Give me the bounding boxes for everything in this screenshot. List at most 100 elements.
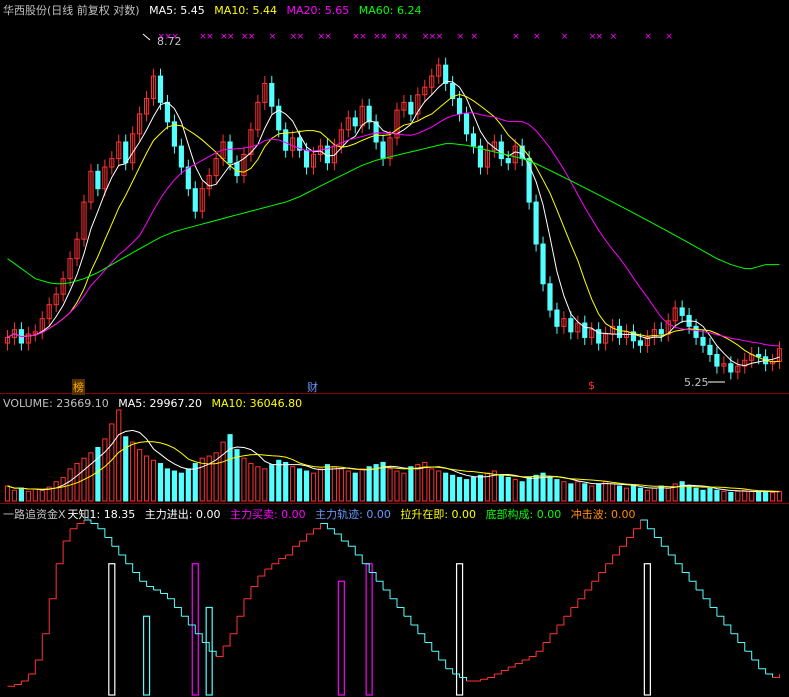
indicator-step-segment: [480, 677, 488, 680]
candle-body: [380, 141, 386, 160]
candle-body: [540, 243, 546, 285]
volume-bar: [11, 489, 18, 502]
indicator-step-segment: [716, 615, 725, 625]
indicator-step-segment: [737, 642, 746, 652]
indicator-step-segment: [28, 660, 36, 675]
candle-body: [185, 166, 191, 190]
volume-bar: [143, 455, 150, 502]
indicator-step-segment: [257, 569, 266, 577]
volume-bar: [443, 472, 449, 502]
chart-canvas[interactable]: × × × × × × × × × × × × × × × × × × × × × × × × × × × × × × × × ×: [0, 0, 789, 697]
volume-bar: [137, 449, 143, 502]
volume-bar: [603, 481, 609, 502]
candle-body: [408, 101, 414, 115]
volume-bar: [756, 491, 762, 502]
indicator-step-segment: [431, 650, 440, 660]
volume-bar: [714, 489, 720, 502]
volume-bar: [220, 441, 226, 502]
tianzhi-readout: 天知1: 18.35: [67, 508, 136, 521]
indicator-step-segment: [696, 589, 704, 599]
volume-bar: [763, 490, 769, 502]
indicator-step-segment: [278, 555, 287, 559]
candle-body: [505, 158, 511, 164]
volume-bar: [297, 468, 303, 502]
dollar-marker[interactable]: $: [588, 379, 595, 392]
volume-bar: [456, 476, 463, 502]
indicator-step-segment: [42, 598, 50, 635]
signal-marker: ×: [297, 32, 305, 42]
volume-bar: [693, 487, 699, 502]
indicator-step-segment: [605, 555, 614, 565]
cjb-readout: 冲击波: 0.00: [570, 508, 636, 521]
indicator-step-segment: [390, 598, 398, 608]
volume-bar: [164, 468, 171, 502]
indicator-step-segment: [417, 633, 426, 643]
volume-bar: [394, 470, 400, 502]
candle-body: [303, 149, 310, 168]
indicator-step-segment: [619, 537, 628, 547]
candle-body: [714, 353, 720, 367]
ma5-line: [7, 80, 780, 367]
indicator-step-segment: [63, 528, 71, 542]
volume-bar: [568, 483, 574, 502]
signal-marker: ×: [665, 32, 673, 42]
indicator-step-segment: [445, 668, 454, 674]
lszj-readout: 拉升在即: 0.00: [400, 508, 477, 521]
volume-bar: [32, 488, 38, 502]
volume-ma10-readout: MA10: 36046.80: [211, 397, 303, 410]
indicator-step-segment: [508, 663, 516, 668]
bang-marker[interactable]: 榜: [72, 379, 85, 395]
indicator-step-segment: [160, 593, 168, 599]
indicator-step-segment: [424, 642, 433, 652]
indicator-step-segment: [132, 572, 141, 582]
low-price-label: 5.25: [684, 376, 709, 389]
indicator-step-segment: [139, 580, 148, 587]
signal-marker: ×: [227, 32, 235, 42]
indicator-step-segment: [334, 533, 342, 541]
volume-bar: [109, 423, 115, 502]
volume-bar: [310, 472, 317, 502]
volume-bar: [53, 481, 59, 502]
volume-bar: [130, 441, 136, 502]
indicator-step-segment: [494, 670, 502, 675]
volume-bar: [4, 485, 11, 502]
volume-bar: [582, 483, 588, 502]
indicator-step-segment: [355, 554, 363, 564]
cai-marker[interactable]: 财: [307, 379, 318, 395]
volume-bar: [484, 472, 490, 502]
candle-body: [192, 188, 198, 212]
volume-header: VOLUME: 23669.10 MA5: 29967.20 MA10: 360…: [3, 397, 308, 410]
signal-marker: ×: [324, 32, 332, 42]
candle-body: [554, 309, 560, 327]
indicator-step-segment: [647, 528, 655, 538]
volume-bar: [102, 438, 108, 502]
indicator-step-segment: [35, 633, 43, 661]
volume-bar: [512, 479, 518, 502]
stock-chart-window: 华西股份(日线 前复权 对数) MA5: 5.45 MA10: 5.44 MA2…: [0, 0, 789, 697]
indicator-step-segment: [744, 650, 753, 660]
volume-bar: [95, 446, 101, 502]
indicator-step-segment: [146, 586, 155, 590]
volume-bar: [505, 476, 511, 502]
volume-bar: [255, 466, 261, 502]
signal-marker: ×: [457, 32, 465, 42]
volume-readout: VOLUME: 23669.10: [3, 397, 109, 410]
indicator-step-segment: [174, 607, 182, 617]
indicator-step-segment: [570, 598, 579, 608]
volume-bar: [769, 491, 776, 502]
candle-body: [547, 283, 553, 311]
candle-body: [679, 307, 685, 316]
volume-ma5-readout: MA5: 29967.20: [118, 397, 202, 410]
zlgj-readout: 主力轨迹: 0.00: [315, 508, 391, 521]
volume-bar: [533, 474, 539, 502]
volume-bar: [25, 490, 31, 502]
volume-bar: [157, 463, 164, 502]
volume-bar: [262, 468, 268, 502]
candle-body: [658, 329, 664, 335]
volume-bar: [721, 490, 727, 502]
indicator-step-segment: [689, 580, 697, 590]
volume-bar: [331, 466, 337, 502]
indicator-step-segment: [758, 668, 767, 674]
indicator-step-segment: [543, 633, 551, 643]
indicator-step-segment: [97, 528, 106, 538]
